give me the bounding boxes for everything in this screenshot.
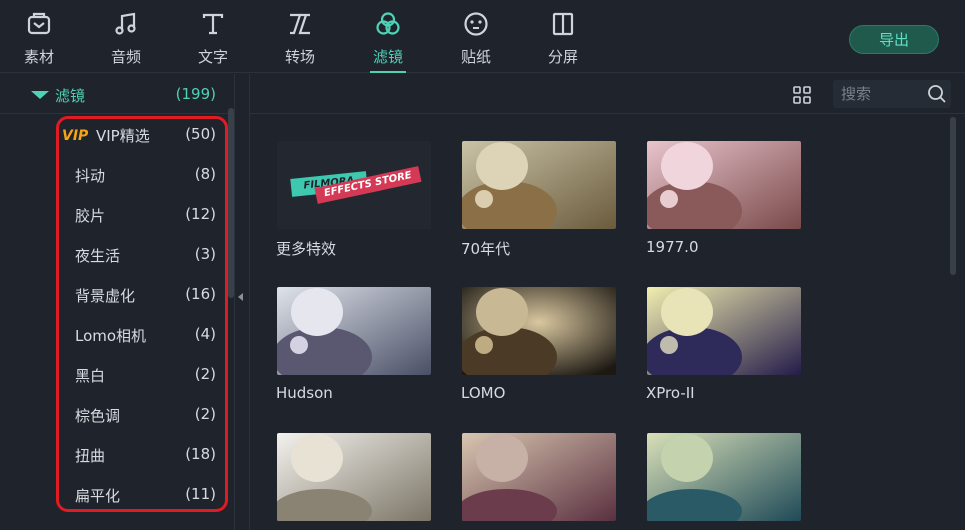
filter-preview-image bbox=[462, 141, 616, 229]
category-name: 黑白 bbox=[75, 367, 106, 385]
music-note-icon bbox=[115, 12, 136, 35]
category-count: (8) bbox=[194, 165, 216, 183]
sidebar-item-nightlife[interactable]: 夜生活 (3) bbox=[56, 235, 228, 275]
category-name: 扁平化 bbox=[75, 487, 121, 505]
panel-divider bbox=[249, 74, 250, 530]
tab-label: 转场 bbox=[284, 48, 315, 66]
tab-label: 音频 bbox=[110, 48, 141, 66]
active-tab-indicator bbox=[370, 71, 406, 73]
filter-preview-image bbox=[647, 141, 801, 229]
sidebar-item-sepia[interactable]: 棕色调 (2) bbox=[56, 395, 228, 435]
collapse-sidebar-arrow-icon[interactable] bbox=[238, 293, 243, 301]
sidebar-item-film[interactable]: 胶片 (12) bbox=[56, 195, 228, 235]
sidebar-item-lomo-camera[interactable]: Lomo相机 (4) bbox=[56, 315, 228, 355]
filter-preview-image bbox=[277, 433, 431, 521]
media-folder-icon bbox=[27, 12, 51, 35]
search-icon[interactable] bbox=[927, 84, 947, 104]
sidebar-item-vip[interactable]: VIP VIP精选 (50) bbox=[56, 115, 228, 155]
top-toolbar: 素材 音频 文字 转场 滤镜 贴纸 分屏 导出 bbox=[0, 0, 965, 73]
filter-label: Hudson bbox=[276, 384, 333, 402]
tab-audio[interactable]: 音频 bbox=[91, 0, 161, 73]
sticker-icon bbox=[464, 12, 488, 36]
category-count: (18) bbox=[185, 445, 216, 463]
category-count: (4) bbox=[194, 325, 216, 343]
tab-filter[interactable]: 滤镜 bbox=[353, 0, 423, 73]
export-button[interactable]: 导出 bbox=[849, 25, 939, 54]
filter-grid-scrollbar[interactable] bbox=[950, 117, 956, 275]
filter-label: XPro-II bbox=[646, 384, 695, 402]
category-count: (2) bbox=[194, 365, 216, 383]
filter-preview-image bbox=[647, 287, 801, 375]
filter-thumbnail bbox=[647, 433, 801, 521]
text-icon bbox=[202, 13, 224, 35]
store-logo-text: EFFECTS STORE bbox=[314, 166, 422, 204]
expand-triangle-icon bbox=[31, 91, 49, 99]
sidebar-item-shake[interactable]: 抖动 (8) bbox=[56, 155, 228, 195]
category-name: 扭曲 bbox=[75, 447, 106, 465]
filter-preview-image bbox=[647, 433, 801, 521]
category-count: (3) bbox=[194, 245, 216, 263]
filmora-app: 素材 音频 文字 转场 滤镜 贴纸 分屏 导出 滤镜 (199) VIP VIP… bbox=[0, 0, 965, 530]
filter-thumbnail bbox=[462, 287, 616, 375]
filter-thumbnail bbox=[277, 433, 431, 521]
tab-label: 贴纸 bbox=[460, 48, 491, 66]
sidebar-item-black-white[interactable]: 黑白 (2) bbox=[56, 355, 228, 395]
vip-badge-icon: VIP bbox=[62, 128, 89, 144]
sidebar-header-count: (199) bbox=[175, 85, 216, 103]
category-name: 抖动 bbox=[75, 167, 106, 185]
category-name: Lomo相机 bbox=[75, 327, 147, 345]
tab-transition[interactable]: 转场 bbox=[265, 0, 335, 73]
tab-label: 文字 bbox=[197, 48, 228, 66]
tab-label: 滤镜 bbox=[372, 48, 403, 66]
tab-label: 素材 bbox=[23, 48, 54, 66]
tab-text[interactable]: 文字 bbox=[178, 0, 248, 73]
sidebar-header-filters[interactable]: 滤镜 (199) bbox=[0, 74, 235, 114]
category-count: (12) bbox=[185, 205, 216, 223]
tab-label: 分屏 bbox=[547, 48, 578, 66]
tab-sticker[interactable]: 贴纸 bbox=[441, 0, 511, 73]
sidebar-item-background-blur[interactable]: 背景虚化 (16) bbox=[56, 275, 228, 315]
filter-icon bbox=[376, 12, 400, 35]
filter-label: LOMO bbox=[461, 384, 506, 402]
category-name: 胶片 bbox=[75, 207, 106, 225]
category-list: VIP VIP精选 (50) 抖动 (8) 胶片 (12) 夜生活 (3) 背景… bbox=[56, 115, 228, 511]
category-count: (50) bbox=[185, 125, 216, 143]
filter-thumbnail bbox=[647, 141, 801, 229]
category-count: (2) bbox=[194, 405, 216, 423]
category-name: 背景虚化 bbox=[75, 287, 136, 305]
category-count: (16) bbox=[185, 285, 216, 303]
split-screen-icon bbox=[552, 12, 574, 36]
category-name: 夜生活 bbox=[75, 247, 121, 265]
filter-thumbnail bbox=[647, 287, 801, 375]
filter-label: 1977.0 bbox=[646, 238, 699, 256]
category-name: 棕色调 bbox=[75, 407, 121, 425]
effects-store-thumbnail: FILMORA EFFECTS STORE bbox=[277, 141, 431, 229]
filter-preview-image bbox=[462, 433, 616, 521]
search-box bbox=[833, 80, 951, 108]
filter-thumbnail bbox=[462, 141, 616, 229]
grid-view-icon[interactable] bbox=[793, 86, 811, 104]
category-count: (11) bbox=[185, 485, 216, 503]
sidebar-header-label: 滤镜 bbox=[55, 87, 86, 105]
filter-thumbnail bbox=[462, 433, 616, 521]
sidebar-item-distortion[interactable]: 扭曲 (18) bbox=[56, 435, 228, 475]
filter-label: 70年代 bbox=[461, 240, 511, 258]
filter-preview-image bbox=[462, 287, 616, 375]
transition-icon bbox=[290, 13, 310, 35]
sidebar-item-flat[interactable]: 扁平化 (11) bbox=[56, 475, 228, 515]
filter-label: 更多特效 bbox=[276, 240, 337, 258]
tab-split-screen[interactable]: 分屏 bbox=[528, 0, 598, 73]
tab-media[interactable]: 素材 bbox=[4, 0, 74, 73]
filter-preview-image bbox=[277, 287, 431, 375]
filter-thumbnail bbox=[277, 287, 431, 375]
sidebar-scrollbar[interactable] bbox=[228, 108, 234, 298]
search-input[interactable] bbox=[841, 84, 921, 104]
category-name: VIP精选 bbox=[96, 127, 150, 145]
